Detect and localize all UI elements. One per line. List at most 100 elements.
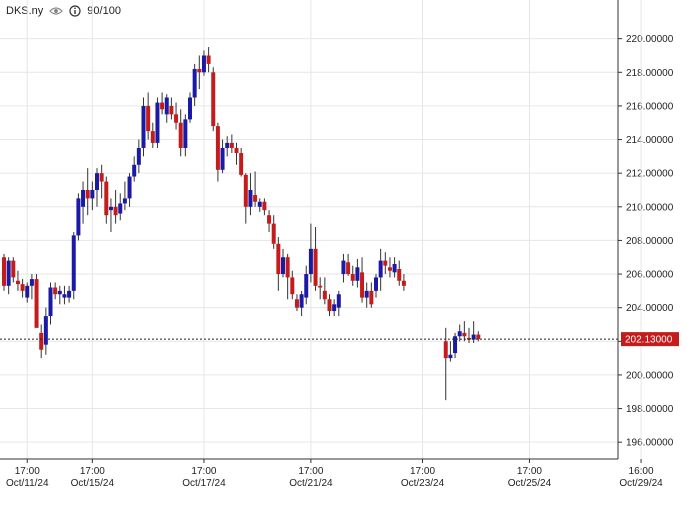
candle-body	[76, 198, 81, 236]
x-tick-time: 17:00	[15, 466, 40, 477]
candle	[360, 257, 365, 303]
candle-body	[397, 269, 402, 281]
candle-body	[374, 277, 378, 291]
candle-body	[234, 147, 239, 153]
candle-body	[304, 274, 309, 298]
candle-body	[34, 279, 39, 328]
candle-body	[164, 97, 169, 115]
candle-body	[108, 206, 113, 211]
candle-body	[239, 153, 244, 175]
candle-body	[122, 198, 127, 204]
candle-body	[383, 260, 388, 266]
candle-body	[267, 215, 272, 224]
candle-body	[155, 102, 160, 143]
candle	[67, 285, 72, 303]
candle	[39, 324, 44, 359]
candle	[332, 299, 337, 317]
candle-body	[378, 260, 383, 278]
candle-body	[169, 105, 174, 115]
candle	[378, 248, 383, 291]
candle-body	[276, 243, 281, 275]
y-tick-label: 198.00000	[626, 404, 674, 415]
candle	[355, 258, 360, 288]
candle	[164, 94, 169, 123]
candle-body	[206, 55, 211, 64]
candlestick-chart[interactable]: 196.00000198.00000200.00000202.00000204.…	[0, 0, 687, 507]
candle-body	[141, 105, 146, 148]
x-tick-time: 17:00	[298, 466, 323, 477]
candle-body	[53, 287, 58, 295]
candle	[146, 92, 151, 140]
y-tick-label: 216.00000	[626, 101, 674, 112]
candle	[327, 294, 332, 317]
candle	[294, 294, 299, 312]
candle-body	[336, 294, 341, 308]
candle	[239, 147, 244, 177]
candle	[257, 198, 262, 212]
candle	[369, 282, 374, 308]
candle	[71, 232, 76, 300]
candle-body	[360, 272, 365, 298]
candle-body	[262, 201, 267, 211]
x-tick-date: Oct/11/24	[6, 478, 49, 489]
candle	[76, 193, 81, 241]
candle	[99, 164, 104, 199]
candle	[271, 215, 276, 249]
candle-body	[29, 279, 34, 286]
candle-body	[476, 334, 481, 340]
candle	[462, 321, 467, 342]
candle	[53, 282, 58, 300]
candle	[29, 274, 34, 300]
candle-body	[225, 142, 230, 148]
x-tick-date: Oct/25/24	[508, 478, 552, 489]
candle	[118, 193, 123, 221]
candle	[62, 285, 67, 305]
candle	[48, 282, 53, 325]
candle	[197, 55, 202, 90]
candle	[11, 257, 16, 283]
candle-body	[346, 262, 351, 275]
candle-body	[313, 248, 318, 286]
candle	[169, 97, 174, 120]
candle-body	[318, 285, 323, 288]
y-tick-label: 208.00000	[626, 236, 674, 247]
candle-body	[462, 332, 467, 337]
candle	[132, 156, 137, 182]
candle	[141, 97, 146, 157]
candle	[448, 341, 453, 362]
candle-body	[174, 114, 179, 123]
y-tick-label: 204.00000	[626, 303, 674, 314]
candle-body	[71, 235, 76, 291]
candle	[281, 248, 285, 278]
candle-body	[253, 195, 258, 202]
candle-body	[281, 257, 285, 275]
candle	[95, 168, 99, 207]
candle-body	[48, 287, 53, 317]
candle	[267, 210, 272, 233]
candle	[471, 321, 476, 343]
y-tick-label: 212.00000	[626, 169, 674, 180]
candle	[43, 307, 48, 355]
candle-body	[369, 290, 374, 305]
candle-body	[457, 331, 462, 337]
candle-body	[387, 267, 392, 271]
candle-body	[443, 341, 448, 359]
candle-body	[364, 290, 369, 298]
candle	[201, 50, 206, 76]
candle	[104, 176, 109, 224]
candle	[322, 277, 327, 305]
candle-body	[257, 201, 262, 207]
candle-body	[11, 260, 16, 278]
candle	[313, 226, 318, 291]
candle	[304, 265, 309, 305]
candle-body	[15, 280, 20, 285]
x-tick-time: 17:00	[410, 466, 435, 477]
x-tick-date: Oct/29/24	[619, 478, 663, 489]
candle	[6, 257, 11, 295]
candle-body	[308, 248, 313, 275]
candle	[178, 109, 183, 157]
candle-body	[290, 277, 295, 295]
candle-body	[99, 173, 104, 182]
candle-body	[192, 68, 197, 98]
candle	[290, 270, 295, 300]
